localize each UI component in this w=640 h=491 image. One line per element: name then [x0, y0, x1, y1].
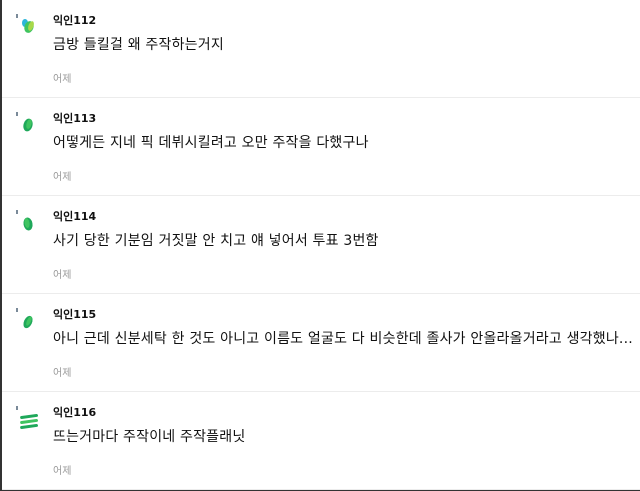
comment-text: 사기 당한 기분임 거짓말 안 치고 얘 넣어서 투표 3번함: [53, 233, 379, 249]
comment-date: 어제: [53, 172, 72, 183]
comment-text: 뜨는거마다 주작이네 주작플래닛: [53, 429, 246, 445]
comment-date: 어제: [53, 74, 72, 85]
comment-date: 어제: [53, 466, 72, 477]
comment-text: 금방 들킬걸 왜 주작하는거지: [53, 37, 224, 53]
comment-list: 익인112 금방 들킬걸 왜 주작하는거지 어제 익인113 어떻게든 지네 픽…: [0, 0, 640, 491]
comment-item: 익인115 아니 근데 신분세탁 한 것도 아니고 이름도 얼굴도 다 비슷한데…: [2, 294, 640, 392]
comment-text: 어떻게든 지네 픽 데뷔시킬려고 오만 주작을 다했구나: [53, 135, 369, 151]
comment-item: 익인114 사기 당한 기분임 거짓말 안 치고 얘 넣어서 투표 3번함 어제: [2, 196, 640, 294]
comment-date: 어제: [53, 270, 72, 281]
comment-item: 익인113 어떻게든 지네 픽 데뷔시킬려고 오만 주작을 다했구나 어제: [2, 98, 640, 196]
comment-text: 아니 근데 신분세탁 한 것도 아니고 이름도 얼굴도 다 비슷한데 졸사가 안…: [53, 331, 633, 347]
comment-nickname[interactable]: 익인112: [53, 12, 96, 28]
comment-nickname[interactable]: 익인116: [53, 404, 96, 420]
comment-nickname[interactable]: 익인115: [53, 306, 96, 322]
comment-nickname[interactable]: 익인113: [53, 110, 96, 126]
green-blob-avatar-icon[interactable]: [16, 208, 42, 244]
comment-item: 익인116 뜨는거마다 주작이네 주작플래닛 어제: [2, 392, 640, 490]
green-blob-avatar-icon[interactable]: [16, 12, 42, 48]
comment-date: 어제: [53, 368, 72, 379]
green-stripes-avatar-icon[interactable]: [16, 404, 42, 440]
comment-nickname[interactable]: 익인114: [53, 208, 96, 224]
green-blob-avatar-icon[interactable]: [16, 306, 42, 342]
green-blob-avatar-icon[interactable]: [16, 110, 42, 146]
comment-item: 익인112 금방 들킬걸 왜 주작하는거지 어제: [2, 0, 640, 98]
